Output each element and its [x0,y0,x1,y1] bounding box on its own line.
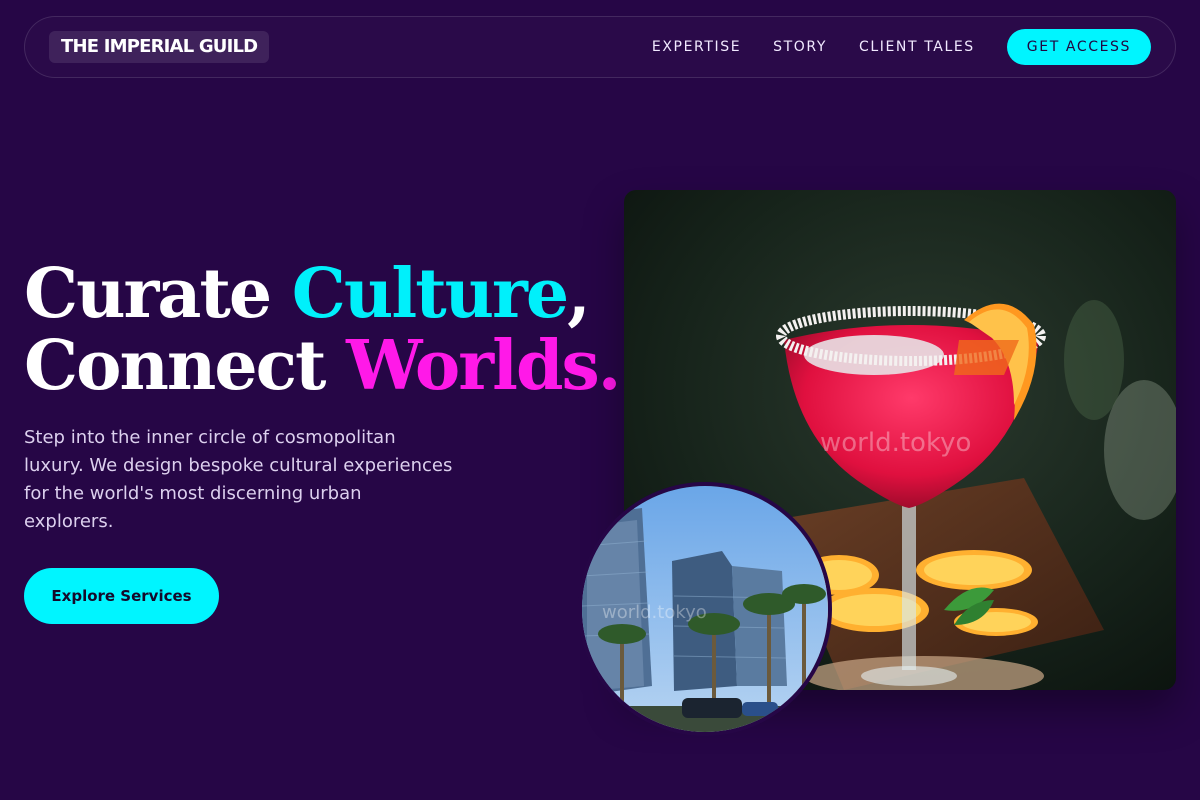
nav-links: EXPERTISE STORY CLIENT TALES GET ACCESS [652,29,1151,65]
brand-logo[interactable]: THE IMPERIAL GUILD [49,31,270,63]
nav-link-story[interactable]: STORY [773,39,827,55]
top-navigation: THE IMPERIAL GUILD EXPERTISE STORY CLIEN… [24,16,1176,78]
hero-title: Curate Culture, Connect Worlds. [24,258,624,402]
hero-title-worlds: Worlds. [346,326,621,406]
nav-link-expertise[interactable]: EXPERTISE [652,39,741,55]
hero-title-curate: Curate [24,254,292,334]
hero-title-connect: Connect [24,326,347,406]
nav-link-client-tales[interactable]: CLIENT TALES [859,39,975,55]
city-image: world.tokyo [578,482,832,736]
hero-title-culture: Culture [291,254,569,334]
hero-title-comma: , [567,254,591,334]
explore-services-button[interactable]: Explore Services [24,568,219,624]
get-access-button[interactable]: GET ACCESS [1006,29,1151,65]
hero-description: Step into the inner circle of cosmopolit… [24,427,453,532]
